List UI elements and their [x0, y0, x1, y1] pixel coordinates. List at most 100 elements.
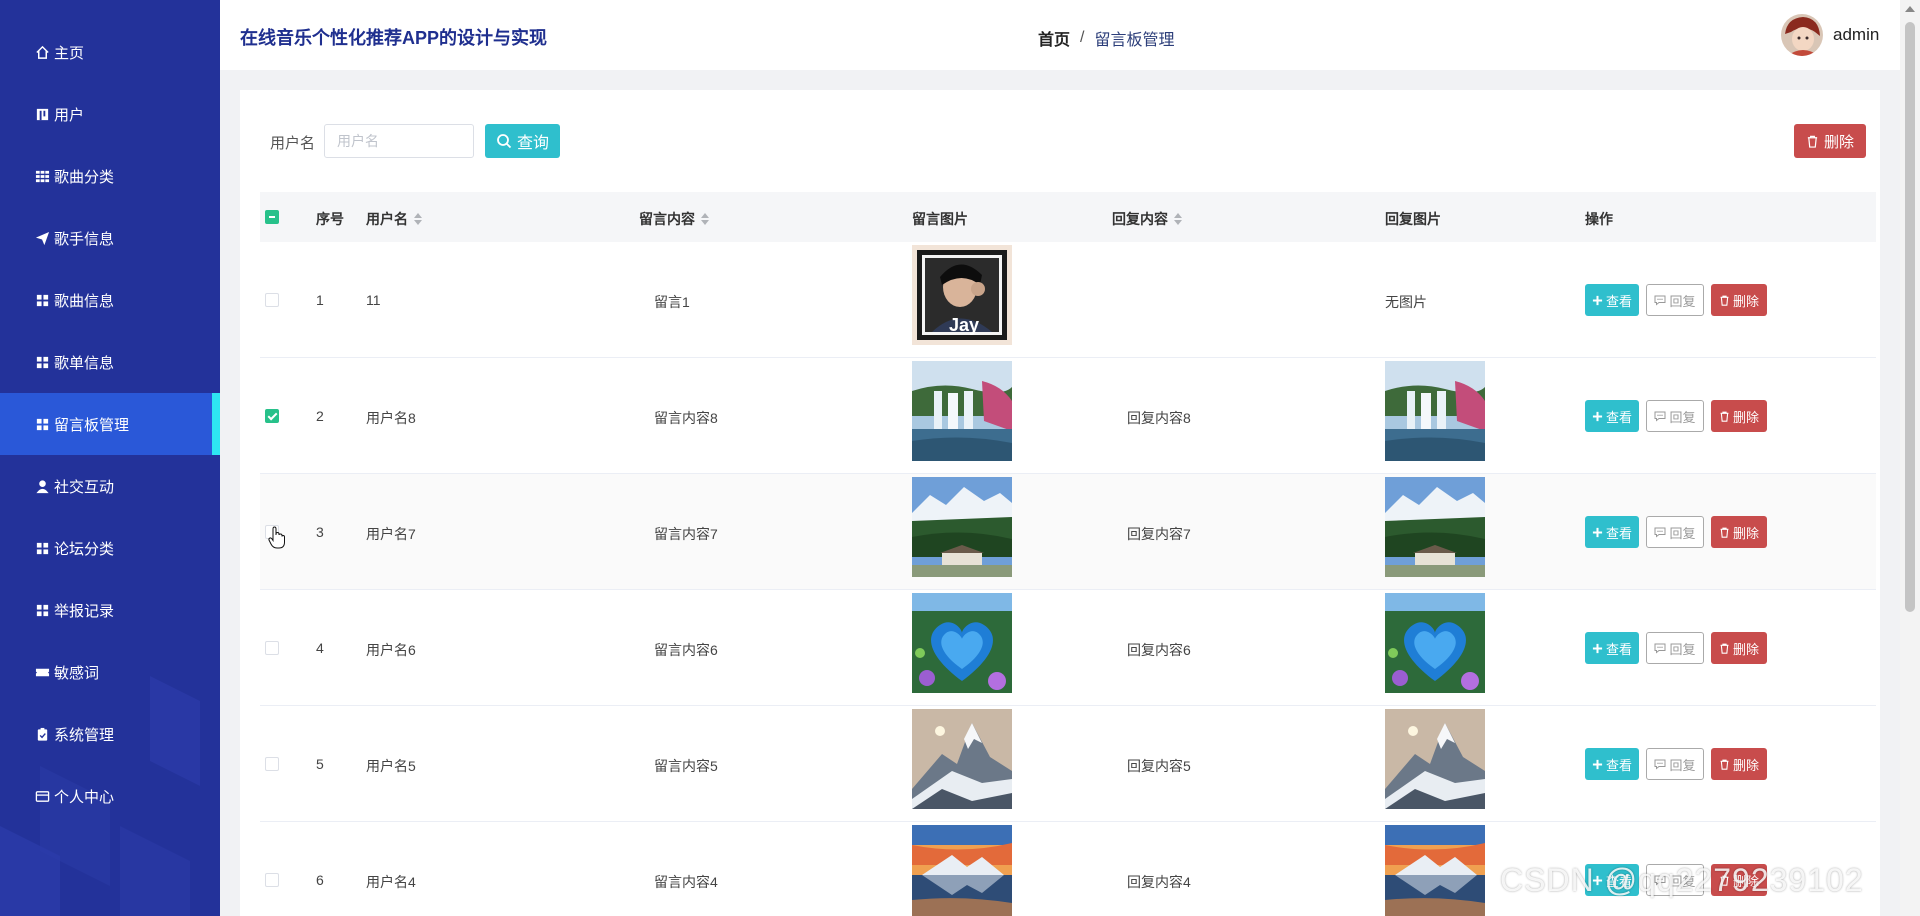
reply-image[interactable] — [1385, 825, 1485, 916]
header-username[interactable]: 用户名 — [366, 209, 422, 229]
username-search-input[interactable] — [324, 124, 474, 158]
delete-button[interactable]: 删除 — [1711, 516, 1767, 548]
row-checkbox[interactable] — [265, 293, 279, 307]
breadcrumb-home[interactable]: 首页 — [1038, 26, 1070, 50]
row-index: 2 — [316, 408, 324, 424]
view-button[interactable]: 查看 — [1585, 284, 1639, 316]
select-all-checkbox[interactable] — [265, 210, 279, 224]
sidebar-item-forum-category[interactable]: 论坛分类 — [0, 517, 220, 579]
reply-image[interactable] — [1385, 477, 1485, 577]
message-image[interactable] — [912, 593, 1012, 693]
header-content[interactable]: 留言内容 — [639, 209, 709, 229]
message-image[interactable] — [912, 245, 1012, 345]
delete-label: 删除 — [1732, 293, 1759, 309]
header-content-label: 留言内容 — [639, 211, 695, 227]
sort-icon[interactable] — [701, 213, 709, 225]
view-label: 查看 — [1605, 757, 1632, 773]
no-image-text: 无图片 — [1385, 294, 1427, 310]
row-content: 留言1 — [654, 294, 690, 310]
delete-button[interactable]: 删除 — [1711, 400, 1767, 432]
comment-icon — [1654, 643, 1666, 654]
trash-icon — [1720, 295, 1729, 306]
sidebar-item-song-category[interactable]: 歌曲分类 — [0, 145, 220, 207]
header-image: 留言图片 — [912, 209, 968, 229]
batch-delete-label: 删除 — [1823, 133, 1854, 151]
sidebar-item-label: 歌单信息 — [54, 354, 115, 372]
sidebar-item-singer[interactable]: 歌手信息 — [0, 207, 220, 269]
sidebar-item-label: 用户 — [54, 106, 85, 124]
row-checkbox[interactable] — [265, 409, 279, 423]
batch-delete-button[interactable]: 删除 — [1794, 124, 1866, 158]
sidebar-item-profile[interactable]: 个人中心 — [0, 765, 220, 827]
header-reply[interactable]: 回复内容 — [1112, 209, 1182, 229]
reply-button[interactable]: 回复 — [1646, 400, 1704, 432]
sidebar-item-song[interactable]: 歌曲信息 — [0, 269, 220, 331]
row-checkbox[interactable] — [265, 873, 279, 887]
sidebar-item-users[interactable]: 用户 — [0, 83, 220, 145]
grid-icon — [34, 540, 50, 556]
delete-label: 删除 — [1732, 409, 1759, 425]
message-image[interactable] — [912, 361, 1012, 461]
reply-button[interactable]: 回复 — [1646, 632, 1704, 664]
message-image[interactable] — [912, 477, 1012, 577]
plus-icon — [1592, 759, 1603, 769]
trash-icon — [1720, 759, 1729, 770]
sidebar-item-sensitive-words[interactable]: 敏感词 — [0, 641, 220, 703]
view-button[interactable]: 查看 — [1585, 748, 1639, 780]
header-actions: 操作 — [1585, 209, 1613, 229]
message-image[interactable] — [912, 709, 1012, 809]
reply-button[interactable]: 回复 — [1646, 748, 1704, 780]
grid-icon — [34, 416, 50, 432]
grid-icon — [34, 292, 50, 308]
row-checkbox[interactable] — [265, 641, 279, 655]
delete-button[interactable]: 删除 — [1711, 748, 1767, 780]
header-reply-label: 回复内容 — [1112, 211, 1168, 227]
reply-image[interactable] — [1385, 593, 1485, 693]
reply-button[interactable]: 回复 — [1646, 516, 1704, 548]
trash-icon — [1720, 643, 1729, 654]
sidebar-item-label: 论坛分类 — [54, 540, 115, 558]
view-button[interactable]: 查看 — [1585, 516, 1639, 548]
row-content: 留言内容7 — [654, 526, 718, 542]
reply-button[interactable]: 回复 — [1646, 284, 1704, 316]
table-row: 1 11 留言1 无图片 查看 回复 删除 — [260, 242, 1876, 358]
sidebar-item-report[interactable]: 举报记录 — [0, 579, 220, 641]
row-content: 留言内容5 — [654, 758, 718, 774]
view-label: 查看 — [1605, 409, 1632, 425]
sidebar-item-playlist[interactable]: 歌单信息 — [0, 331, 220, 393]
scroll-thumb[interactable] — [1905, 22, 1915, 612]
reply-image[interactable] — [1385, 709, 1485, 809]
view-button[interactable]: 查看 — [1585, 400, 1639, 432]
row-index: 6 — [316, 872, 324, 888]
avatar[interactable] — [1781, 14, 1823, 56]
scroll-up-arrow[interactable] — [1905, 6, 1915, 12]
view-button[interactable]: 查看 — [1585, 632, 1639, 664]
row-reply: 回复内容8 — [1127, 410, 1191, 426]
reply-image[interactable] — [1385, 361, 1485, 461]
hand-cursor-icon — [268, 526, 285, 549]
sidebar-item-social[interactable]: 社交互动 — [0, 455, 220, 517]
sidebar-item-home[interactable]: 主页 — [0, 21, 220, 83]
sidebar-item-message-board[interactable]: 留言板管理 — [0, 393, 220, 455]
sidebar-item-system[interactable]: 系统管理 — [0, 703, 220, 765]
main-card: 用户名 查询 删除 序号 用户名 留言内容 留言图片 回复内容 回复图片 操作 … — [240, 90, 1880, 916]
home-icon — [34, 44, 50, 60]
breadcrumb-separator: / — [1080, 29, 1085, 46]
delete-button[interactable]: 删除 — [1711, 284, 1767, 316]
reply-label: 回复 — [1669, 293, 1696, 309]
sort-icon[interactable] — [1174, 213, 1182, 225]
view-label: 查看 — [1605, 525, 1632, 541]
delete-button[interactable]: 删除 — [1711, 632, 1767, 664]
row-checkbox[interactable] — [265, 757, 279, 771]
grid-icon — [34, 168, 50, 184]
row-content: 留言内容6 — [654, 642, 718, 658]
message-image[interactable] — [912, 825, 1012, 916]
username[interactable]: admin — [1833, 25, 1879, 45]
query-button[interactable]: 查询 — [485, 124, 560, 158]
search-label: 用户名 — [270, 135, 316, 152]
page-scrollbar[interactable] — [1900, 0, 1920, 916]
sidebar: 主页 用户 歌曲分类 歌手信息 歌曲信息 歌单信息 留言板管理 社交互动 论坛分… — [0, 0, 220, 916]
sidebar-item-label: 歌曲分类 — [54, 168, 115, 186]
sort-icon[interactable] — [414, 213, 422, 225]
row-content: 留言内容4 — [654, 874, 718, 890]
